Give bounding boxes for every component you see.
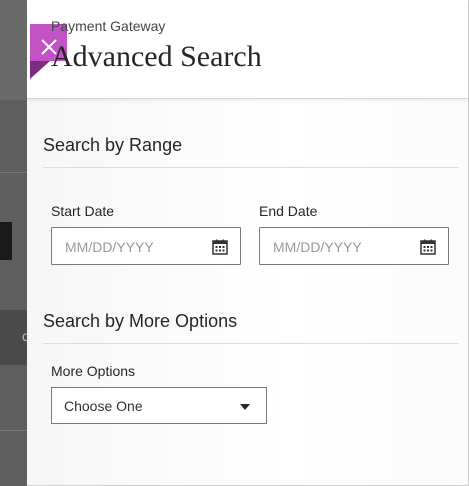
section-title-more-options: Search by More Options [43,311,238,331]
calendar-icon[interactable] [212,239,228,255]
more-options-select[interactable]: Choose One [51,387,267,424]
start-date-input[interactable] [63,236,207,258]
start-date-label: Start Date [51,203,115,219]
background-overlay: c [0,0,30,486]
end-date-label: End Date [259,203,318,219]
advanced-search-panel: Payment Gateway Advanced Search Search b… [27,0,469,486]
more-options-label: More Options [51,363,136,379]
chevron-down-icon [240,404,250,410]
start-date-field [51,227,241,265]
end-date-field [259,227,449,265]
more-options-selected-value: Choose One [64,398,143,414]
divider [43,167,459,168]
section-title-range: Search by Range [43,135,183,155]
breadcrumb: Payment Gateway [51,18,166,34]
panel-header: Payment Gateway Advanced Search [27,0,468,99]
divider [43,343,459,344]
page-title: Advanced Search [51,40,262,73]
end-date-input[interactable] [271,236,415,258]
calendar-icon[interactable] [420,239,436,255]
